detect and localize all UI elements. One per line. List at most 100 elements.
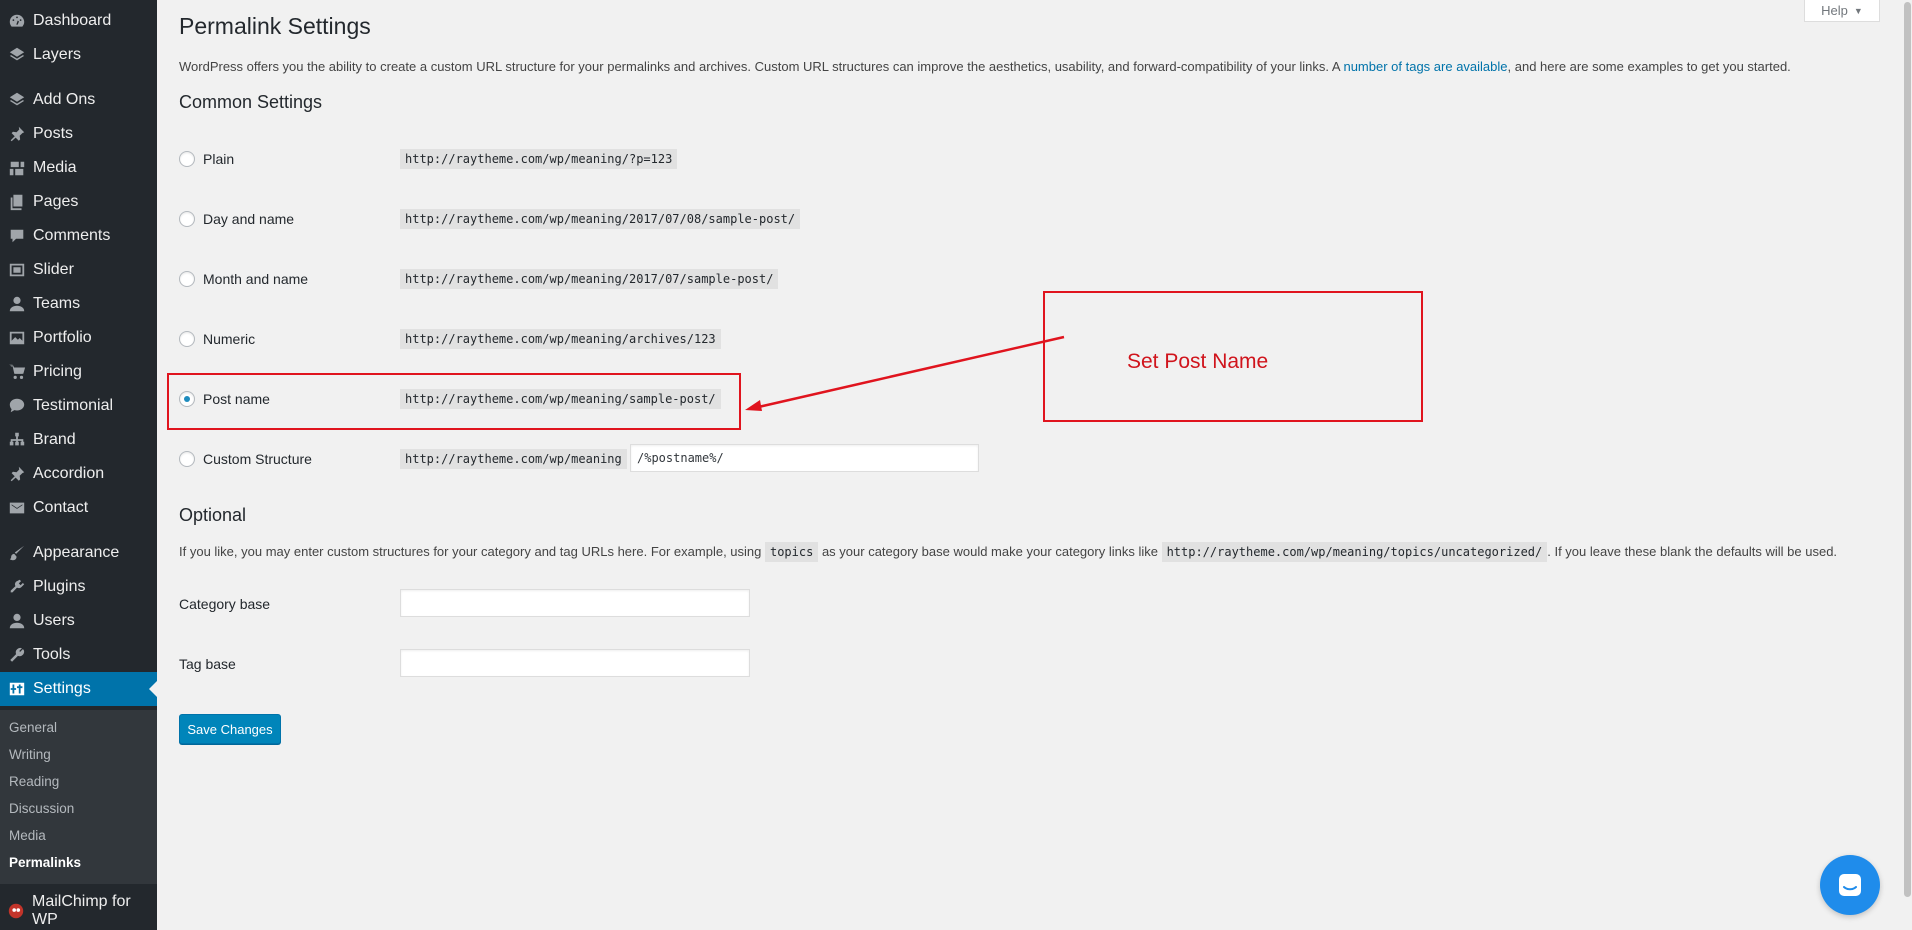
network-icon	[0, 431, 33, 449]
custom-structure-input[interactable]: /%postname%/	[630, 444, 979, 472]
submenu-discussion[interactable]: Discussion	[9, 801, 74, 816]
menu-plugins[interactable]: Plugins	[0, 570, 157, 604]
intro-text-after: , and here are some examples to get you …	[1507, 59, 1791, 74]
comment-icon	[0, 227, 33, 245]
tag-base-input[interactable]	[400, 649, 750, 677]
example-url-month-and-name: http://raytheme.com/wp/meaning/2017/07/s…	[400, 269, 779, 289]
menu-testimonial[interactable]: Testimonial	[0, 389, 157, 423]
chat-widget-button[interactable]	[1820, 855, 1880, 915]
tags-available-link[interactable]: number of tags are available	[1343, 59, 1507, 74]
menu-label: Slider	[33, 261, 74, 278]
category-base-label: Category base	[179, 596, 271, 612]
plugin-icon	[0, 578, 33, 596]
dashboard-icon	[0, 12, 33, 30]
menu-label: MailChimp for WP	[32, 893, 131, 928]
menu-portfolio[interactable]: Portfolio	[0, 321, 157, 355]
user-icon	[0, 612, 33, 630]
menu-brand[interactable]: Brand	[0, 423, 157, 457]
help-label: Help	[1821, 3, 1848, 18]
menu-comments[interactable]: Comments	[0, 219, 157, 253]
option-label-custom-structure: Custom Structure	[203, 451, 312, 467]
menu-media[interactable]: Media	[0, 151, 157, 185]
menu-posts[interactable]: Posts	[0, 117, 157, 151]
optional-code-example-url: http://raytheme.com/wp/meaning/topics/un…	[1161, 542, 1548, 562]
menu-accordion[interactable]: Accordion	[0, 457, 157, 491]
menu-label: Users	[33, 612, 75, 629]
radio-month-and-name[interactable]	[179, 271, 195, 287]
example-url-numeric: http://raytheme.com/wp/meaning/archives/…	[400, 329, 721, 349]
menu-dashboard[interactable]: Dashboard	[0, 4, 157, 38]
radio-custom-structure[interactable]	[179, 451, 195, 467]
menu-users[interactable]: Users	[0, 604, 157, 638]
menu-label: Brand	[33, 431, 76, 448]
menu-label: Dashboard	[33, 12, 112, 29]
optional-text-2: as your category base would make your ca…	[818, 544, 1162, 559]
admin-sidebar: Dashboard Layers Add Ons Posts Media Pag…	[0, 0, 157, 930]
optional-text-3: . If you leave these blank the defaults …	[1547, 544, 1838, 559]
optional-code-topics: topics	[764, 542, 819, 562]
menu-label: Testimonial	[33, 397, 114, 414]
optional-description: If you like, you may enter custom struct…	[179, 542, 1838, 562]
chat-bubble-icon	[0, 397, 33, 415]
media-icon	[0, 159, 33, 177]
menu-label: Comments	[33, 227, 111, 244]
menu-tools[interactable]: Tools	[0, 638, 157, 672]
caret-down-icon: ▼	[1853, 5, 1863, 16]
post-name-highlight-box	[167, 373, 741, 430]
menu-label: Pages	[33, 193, 79, 210]
menu-layers[interactable]: Layers	[0, 38, 157, 72]
submenu-general[interactable]: General	[9, 720, 57, 735]
menu-label: Posts	[33, 125, 74, 142]
menu-label: Pricing	[33, 363, 82, 380]
menu-label: Plugins	[33, 578, 86, 595]
submenu-reading[interactable]: Reading	[9, 774, 59, 789]
option-label-plain: Plain	[203, 151, 235, 167]
menu-slider[interactable]: Slider	[0, 253, 157, 287]
portfolio-icon	[0, 329, 33, 347]
common-settings-heading: Common Settings	[179, 92, 323, 112]
option-label-numeric: Numeric	[203, 331, 256, 347]
wrench-icon	[0, 646, 33, 664]
submenu-writing[interactable]: Writing	[9, 747, 51, 762]
mail-icon	[0, 499, 33, 517]
intro-description: WordPress offers you the ability to crea…	[179, 58, 1791, 76]
slider-icon	[0, 261, 33, 279]
scrollbar-thumb[interactable]	[1904, 2, 1911, 897]
pin-icon	[0, 465, 33, 483]
settings-submenu: General Writing Reading Discussion Media…	[0, 710, 157, 884]
custom-structure-base-url: http://raytheme.com/wp/meaning	[400, 449, 627, 469]
save-changes-button[interactable]: Save Changes	[179, 714, 281, 744]
mailchimp-icon	[0, 902, 32, 920]
cart-icon	[0, 363, 33, 381]
help-tab-button[interactable]: Help ▼	[1804, 0, 1880, 22]
menu-mailchimp[interactable]: MailChimp for WP	[0, 893, 157, 928]
radio-numeric[interactable]	[179, 331, 195, 347]
page-scrollbar[interactable]	[1902, 0, 1912, 930]
menu-appearance[interactable]: Appearance	[0, 536, 157, 570]
menu-teams[interactable]: Teams	[0, 287, 157, 321]
category-base-input[interactable]	[400, 589, 750, 617]
menu-label: Appearance	[33, 544, 120, 561]
tag-base-label: Tag base	[179, 656, 236, 672]
user-icon	[0, 295, 33, 313]
pages-icon	[0, 193, 33, 211]
brush-icon	[0, 544, 33, 562]
menu-contact[interactable]: Contact	[0, 491, 157, 525]
settings-icon	[0, 680, 33, 698]
annotation-text: Set Post Name	[1127, 350, 1269, 373]
chat-icon	[1839, 874, 1861, 896]
radio-day-and-name[interactable]	[179, 211, 195, 227]
menu-pages[interactable]: Pages	[0, 185, 157, 219]
menu-label: Tools	[33, 646, 71, 663]
menu-pricing[interactable]: Pricing	[0, 355, 157, 389]
menu-label: Portfolio	[33, 329, 92, 346]
radio-plain[interactable]	[179, 151, 195, 167]
menu-label: Layers	[33, 46, 82, 63]
submenu-media[interactable]: Media	[9, 828, 46, 843]
page-title: Permalink Settings	[179, 13, 371, 39]
menu-settings[interactable]: Settings	[0, 672, 157, 706]
submenu-permalinks[interactable]: Permalinks	[9, 855, 81, 870]
menu-add-ons[interactable]: Add Ons	[0, 83, 157, 117]
add-ons-icon	[0, 91, 33, 109]
menu-label: Media	[33, 159, 77, 176]
